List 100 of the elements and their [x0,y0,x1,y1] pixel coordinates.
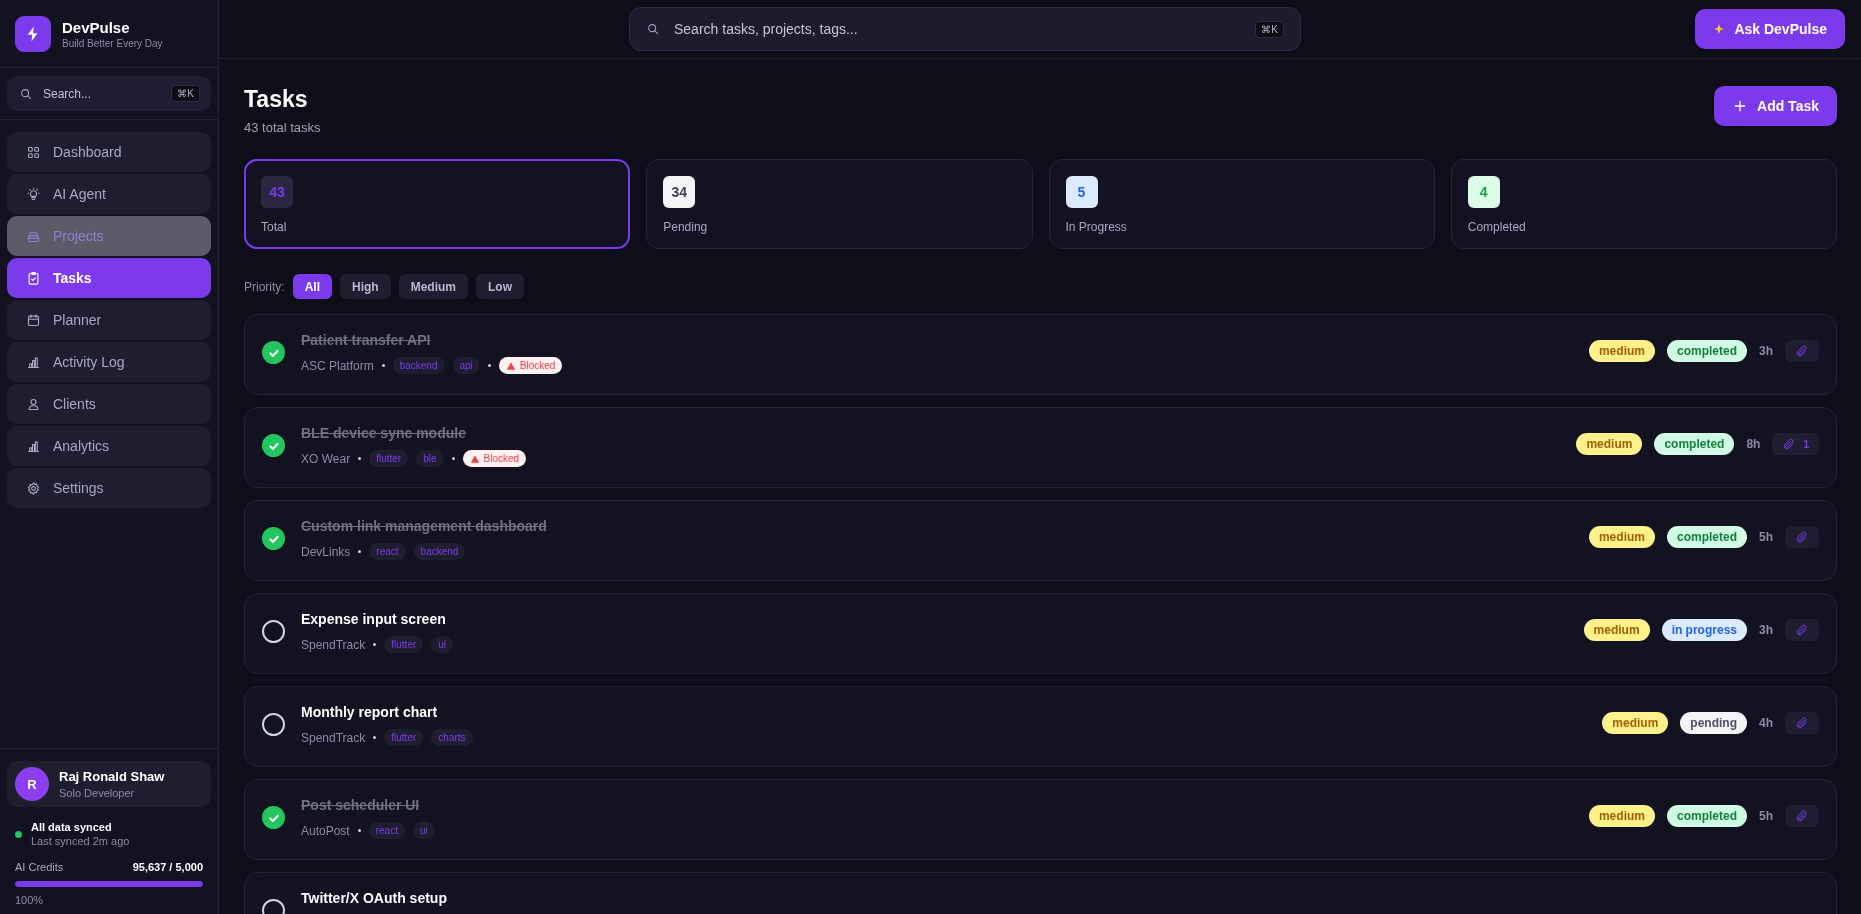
time-estimate: 4h [1759,716,1773,730]
paperclip-icon [1795,344,1808,358]
status-badge: completed [1654,433,1735,455]
task-checkbox[interactable] [262,434,285,457]
tag: api [452,357,480,374]
task-title: BLE device sync module [301,425,467,441]
priority-badge: medium [1588,526,1655,548]
nav-item[interactable]: Clients [7,384,211,424]
tag: ble [416,450,444,467]
status-badge: in progress [1661,619,1747,641]
bar-chart-icon [26,438,41,454]
stat-card[interactable]: 4 Completed [1450,159,1837,249]
lightbulb-icon [26,186,41,202]
filter-label: Priority: [244,279,285,294]
ask-button[interactable]: Ask DevPulse [1695,9,1845,49]
nav-item[interactable]: Activity Log [7,342,211,382]
task-checkbox[interactable] [262,527,285,550]
stat-label: In Progress [1065,220,1128,234]
plus-icon [1732,98,1748,114]
task-card[interactable]: Custom link management dashboard DevLinks react backend medium completed 5h [244,500,1837,581]
user-name: Raj Ronald Shaw [59,769,165,784]
stat-label: Total [261,220,288,234]
task-card[interactable]: Patient transfer API ASC Platform backend api Blocked medium completed 3h [244,314,1837,395]
task-checkbox[interactable] [262,713,285,736]
nav-item[interactable]: AI Agent [7,174,211,214]
task-checkbox[interactable] [262,620,285,643]
separator-dot [381,364,385,367]
time-estimate: 3h [1759,344,1773,358]
tag: ui [412,822,435,839]
filter-chip[interactable]: Medium [398,274,469,299]
stat-card[interactable]: 5 In Progress [1048,159,1435,249]
nav-item[interactable]: Analytics [7,426,211,466]
tag: backend [392,357,445,374]
task-card[interactable]: Monthly report chart SpendTrack flutter charts medium pending 4h [244,686,1837,767]
search-field[interactable]: Search tasks, projects, tags... [672,20,1244,38]
tag: flutter [384,729,424,746]
stat-value: 5 [1065,176,1098,208]
credits-percent: 100% [15,894,45,906]
search-field[interactable]: Search... [41,85,164,102]
user-role: Solo Developer [59,787,136,799]
priority-badge: medium [1588,805,1655,827]
nav-item[interactable]: Tasks [7,258,211,298]
task-card[interactable]: BLE device sync module XO Wear flutter ble Blocked medium completed 8h 1 [244,407,1837,488]
task-card[interactable]: Post scheduler UI AutoPost react ui medium completed 5h [244,779,1837,860]
nav-item[interactable]: Planner [7,300,211,340]
tag: flutter [369,450,409,467]
status-badge: pending [1680,712,1747,734]
separator-dot [358,550,362,553]
priority-badge: medium [1583,619,1650,641]
tag: react [368,822,405,839]
add-task-button[interactable]: Add Task [1714,86,1837,126]
attachment-button[interactable] [1785,340,1819,362]
avatar: R [15,767,49,801]
paperclip-icon [1795,809,1808,823]
app-tagline: Build Better Every Day [62,37,163,49]
attachment-button[interactable] [1785,712,1819,734]
search-bar[interactable]: Search tasks, projects, tags... ⌘K [629,7,1301,51]
credits-reading: 95,637 / 5,000 [132,861,203,873]
time-estimate: 5h [1759,530,1773,544]
task-title: Post scheduler UI [301,797,421,813]
filter-chip[interactable]: All [292,274,332,299]
project-name: SpendTrack [301,730,366,745]
nav-item[interactable]: Settings [7,468,211,508]
paperclip-icon [1782,437,1796,451]
paperclip-icon [1795,716,1808,730]
project-name: SpendTrack [301,637,366,652]
stat-label: Pending [663,220,709,234]
attachment-count: 1 [1803,438,1809,450]
priority-badge: medium [1588,340,1655,362]
time-estimate: 5h [1759,809,1773,823]
attachment-button[interactable] [1785,526,1819,548]
filter-chip[interactable]: High [340,274,391,299]
status-badge: completed [1666,526,1747,548]
separator-dot [357,829,361,832]
task-count: 43 total tasks [244,120,321,135]
credits-label: AI Credits [15,861,64,873]
search-bar[interactable]: Search... ⌘K [7,76,211,111]
task-checkbox[interactable] [262,341,285,364]
page-title: Tasks [244,86,309,113]
shortcut-key: ⌘K [1255,20,1284,38]
task-title: Patient transfer API [301,332,432,348]
stat-card[interactable]: 43 Total [244,159,631,249]
task-card[interactable]: Expense input screen SpendTrack flutter ui medium in progress 3h [244,593,1837,674]
stat-card[interactable]: 34 Pending [646,159,1033,249]
task-card[interactable]: Twitter/X OAuth setup [244,872,1837,914]
clipboard-icon [26,270,41,286]
project-name: AutoPost [301,823,350,838]
attachment-button[interactable] [1785,619,1819,641]
grid-icon [26,144,41,160]
sparkle-icon [1713,23,1726,35]
priority-badge: medium [1602,712,1669,734]
sync-status: All data synced [31,821,113,833]
stat-value: 43 [261,176,293,208]
filter-chip[interactable]: Low [476,274,525,299]
blocked-badge: Blocked [462,450,527,467]
person-icon [26,396,41,412]
attachment-button[interactable] [1785,805,1819,827]
separator-dot [373,643,377,646]
task-checkbox[interactable] [262,806,285,829]
nav-item[interactable]: Dashboard [7,132,211,172]
